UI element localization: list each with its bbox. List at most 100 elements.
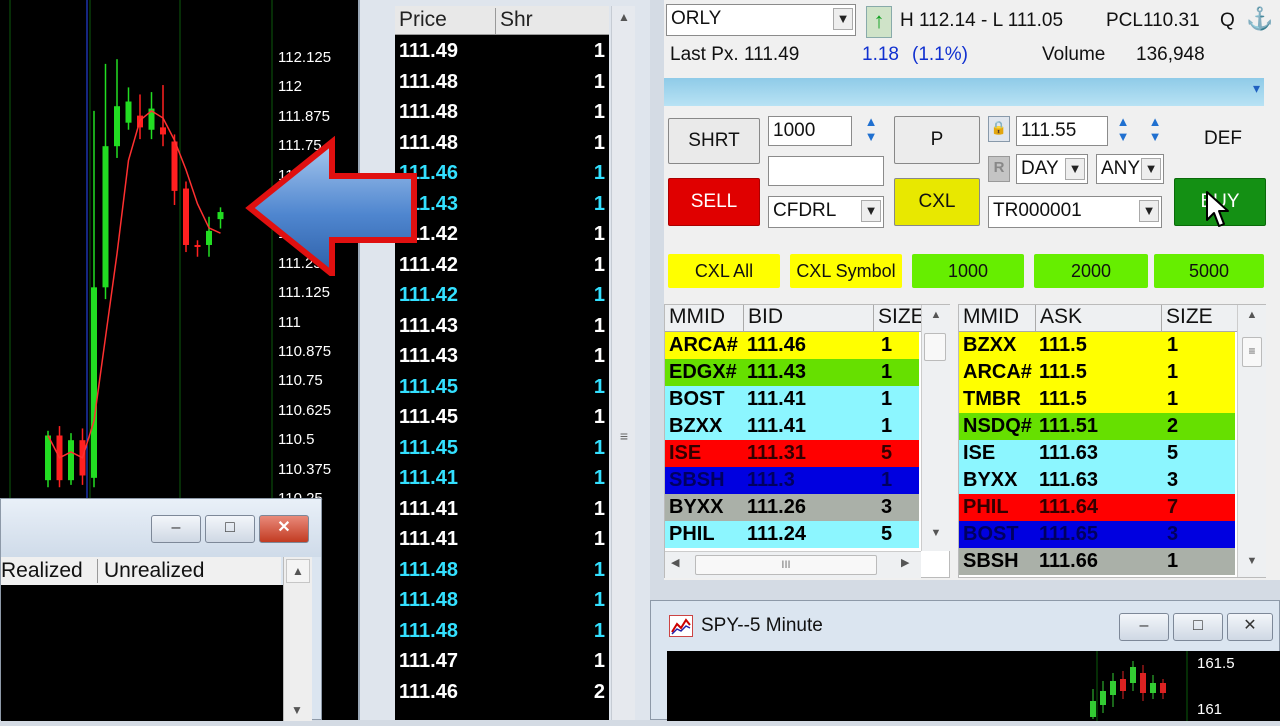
restore-button[interactable]: □: [205, 515, 255, 543]
spin-down-icon[interactable]: ▼: [858, 129, 884, 144]
time-sales-scrollbar[interactable]: ▲ ≡: [611, 6, 635, 720]
spin-up-icon[interactable]: ▲: [858, 114, 884, 129]
spin-up-icon[interactable]: ▲: [1110, 114, 1136, 129]
high-low-text: H 112.14 - L 111.05: [900, 10, 1064, 31]
spy-chart-window[interactable]: SPY--5 Minute – □ ✕ 161.5 161: [650, 600, 1280, 721]
positions-titlebar[interactable]: – □ ✕: [1, 499, 321, 557]
trade-shares: 1: [593, 375, 605, 398]
quote-row[interactable]: BYXX 111.63 3: [959, 467, 1235, 494]
time-sales-window[interactable]: Price Shr 111.49 1 111.48 1 111.48 1 111.48 1 11…: [395, 6, 609, 720]
anchor-icon[interactable]: ⚓: [1246, 6, 1273, 32]
account-select[interactable]: TR000001 ▼: [988, 196, 1162, 228]
cancel-order-button[interactable]: CXL: [894, 178, 980, 226]
quote-row[interactable]: PHIL 111.24 5: [665, 521, 919, 548]
bid-vscrollbar[interactable]: ▲ ▼: [921, 305, 950, 551]
quote-row[interactable]: BOST 111.41 1: [665, 386, 919, 413]
quote-price: 111.43: [747, 361, 806, 383]
col-size[interactable]: SIZE: [873, 305, 925, 331]
quantity-input[interactable]: 1000: [768, 116, 852, 146]
chevron-down-icon[interactable]: ▾: [1253, 80, 1260, 97]
scroll-down-icon[interactable]: ▼: [1238, 555, 1266, 567]
trade-price: 111.46: [399, 680, 458, 703]
ask-vscrollbar[interactable]: ▲ ≡ ▼: [1237, 305, 1266, 577]
default-button[interactable]: DEF: [1174, 116, 1272, 162]
col-mmid[interactable]: MMID: [669, 305, 725, 329]
col-ask[interactable]: ASK: [1035, 305, 1082, 331]
size-2000-button[interactable]: 2000: [1034, 254, 1148, 288]
close-button[interactable]: ✕: [1227, 613, 1273, 641]
scroll-down-icon[interactable]: ▼: [922, 527, 950, 539]
scroll-left-icon[interactable]: ◀: [671, 556, 679, 569]
quote-label[interactable]: Q: [1220, 10, 1235, 32]
quote-row[interactable]: BOST 111.65 3: [959, 521, 1235, 548]
quote-row[interactable]: ISE 111.63 5: [959, 440, 1235, 467]
symbol-input[interactable]: ORLY ▼: [666, 4, 856, 36]
col-unrealized[interactable]: Unrealized: [97, 559, 204, 583]
quote-row[interactable]: BZXX 111.41 1: [665, 413, 919, 440]
lock-icon[interactable]: 🔒: [988, 116, 1010, 142]
quote-row[interactable]: ARCA# 111.5 1: [959, 359, 1235, 386]
col-bid[interactable]: BID: [743, 305, 783, 331]
quantity-stepper[interactable]: ▲ ▼: [858, 114, 884, 148]
condition-select[interactable]: ANY ▼: [1096, 154, 1164, 184]
display-size-input[interactable]: [768, 156, 884, 186]
quote-row[interactable]: ISE 111.31 5: [665, 440, 919, 467]
quote-row[interactable]: SBSH 111.3 1: [665, 467, 919, 494]
price-input[interactable]: 111.55: [1016, 116, 1108, 146]
col-realized[interactable]: Realized: [1, 559, 83, 583]
bid-hscrollbar[interactable]: ◀ III ▶: [665, 551, 921, 578]
col-size[interactable]: SIZE: [1161, 305, 1213, 331]
route-select[interactable]: CFDRL ▼: [768, 196, 884, 228]
scroll-up-icon[interactable]: ▲: [922, 309, 950, 321]
scroll-thumb[interactable]: III: [695, 555, 877, 575]
quote-row[interactable]: TMBR 111.5 1: [959, 386, 1235, 413]
quote-row[interactable]: BZXX 111.5 1: [959, 332, 1235, 359]
quote-row[interactable]: NSDQ# 111.51 2: [959, 413, 1235, 440]
quote-price: 111.46: [747, 334, 806, 356]
spin-up-icon[interactable]: ▲: [1142, 114, 1168, 129]
quote-row[interactable]: BYXX 111.26 3: [665, 494, 919, 521]
minimize-button[interactable]: –: [1119, 613, 1169, 641]
dropdown-arrow-icon[interactable]: ▼: [1065, 158, 1085, 180]
scroll-down-icon[interactable]: ▼: [286, 699, 308, 721]
size-5000-button[interactable]: 5000: [1154, 254, 1264, 288]
quote-size: 3: [881, 496, 893, 518]
positions-window[interactable]: – □ ✕ Realized Unrealized ▲ ▼: [0, 498, 322, 721]
cancel-symbol-button[interactable]: CXL Symbol: [790, 254, 902, 288]
tif-select[interactable]: DAY ▼: [1016, 154, 1088, 184]
spin-down-icon[interactable]: ▼: [1110, 129, 1136, 144]
col-price[interactable]: Price: [399, 8, 447, 32]
dropdown-arrow-icon[interactable]: ▼: [1141, 158, 1161, 180]
quote-row[interactable]: ARCA# 111.46 1: [665, 332, 919, 359]
scroll-right-icon[interactable]: ▶: [901, 556, 909, 569]
grip-icon[interactable]: ≡: [612, 428, 636, 444]
sell-button[interactable]: SELL: [668, 178, 760, 226]
scroll-thumb[interactable]: ≡: [1242, 337, 1262, 367]
short-button[interactable]: SHRT: [668, 118, 760, 164]
scroll-up-icon[interactable]: ▲: [1238, 309, 1266, 321]
spin-down-icon[interactable]: ▼: [1142, 129, 1168, 144]
minimize-button[interactable]: –: [151, 515, 201, 543]
scroll-up-icon[interactable]: ▲: [612, 10, 636, 24]
spy-chart-canvas[interactable]: 161.5 161: [667, 651, 1280, 721]
quote-row[interactable]: EDGX# 111.43 1: [665, 359, 919, 386]
quote-row[interactable]: PHIL 111.64 7: [959, 494, 1235, 521]
col-mmid[interactable]: MMID: [963, 305, 1019, 329]
dropdown-arrow-icon[interactable]: ▼: [1139, 200, 1159, 222]
p-button[interactable]: P: [894, 116, 980, 164]
positions-scrollbar[interactable]: ▲ ▼: [283, 557, 312, 721]
scroll-up-icon[interactable]: ▲: [286, 559, 310, 583]
scroll-thumb[interactable]: [924, 333, 946, 361]
quote-row[interactable]: SBSH 111.66 1: [959, 548, 1235, 575]
close-button[interactable]: ✕: [259, 515, 309, 543]
dropdown-arrow-icon[interactable]: ▼: [833, 8, 853, 30]
cancel-all-button[interactable]: CXL All: [668, 254, 780, 288]
offset-stepper[interactable]: ▲ ▼: [1142, 114, 1168, 148]
dropdown-arrow-icon[interactable]: ▼: [861, 200, 881, 222]
size-1000-button[interactable]: 1000: [912, 254, 1024, 288]
col-shares[interactable]: Shr: [495, 8, 533, 34]
reserve-toggle[interactable]: R: [988, 156, 1010, 182]
price-stepper[interactable]: ▲ ▼: [1110, 114, 1136, 148]
trade-shares: 1: [593, 406, 605, 428]
restore-button[interactable]: □: [1173, 613, 1223, 641]
